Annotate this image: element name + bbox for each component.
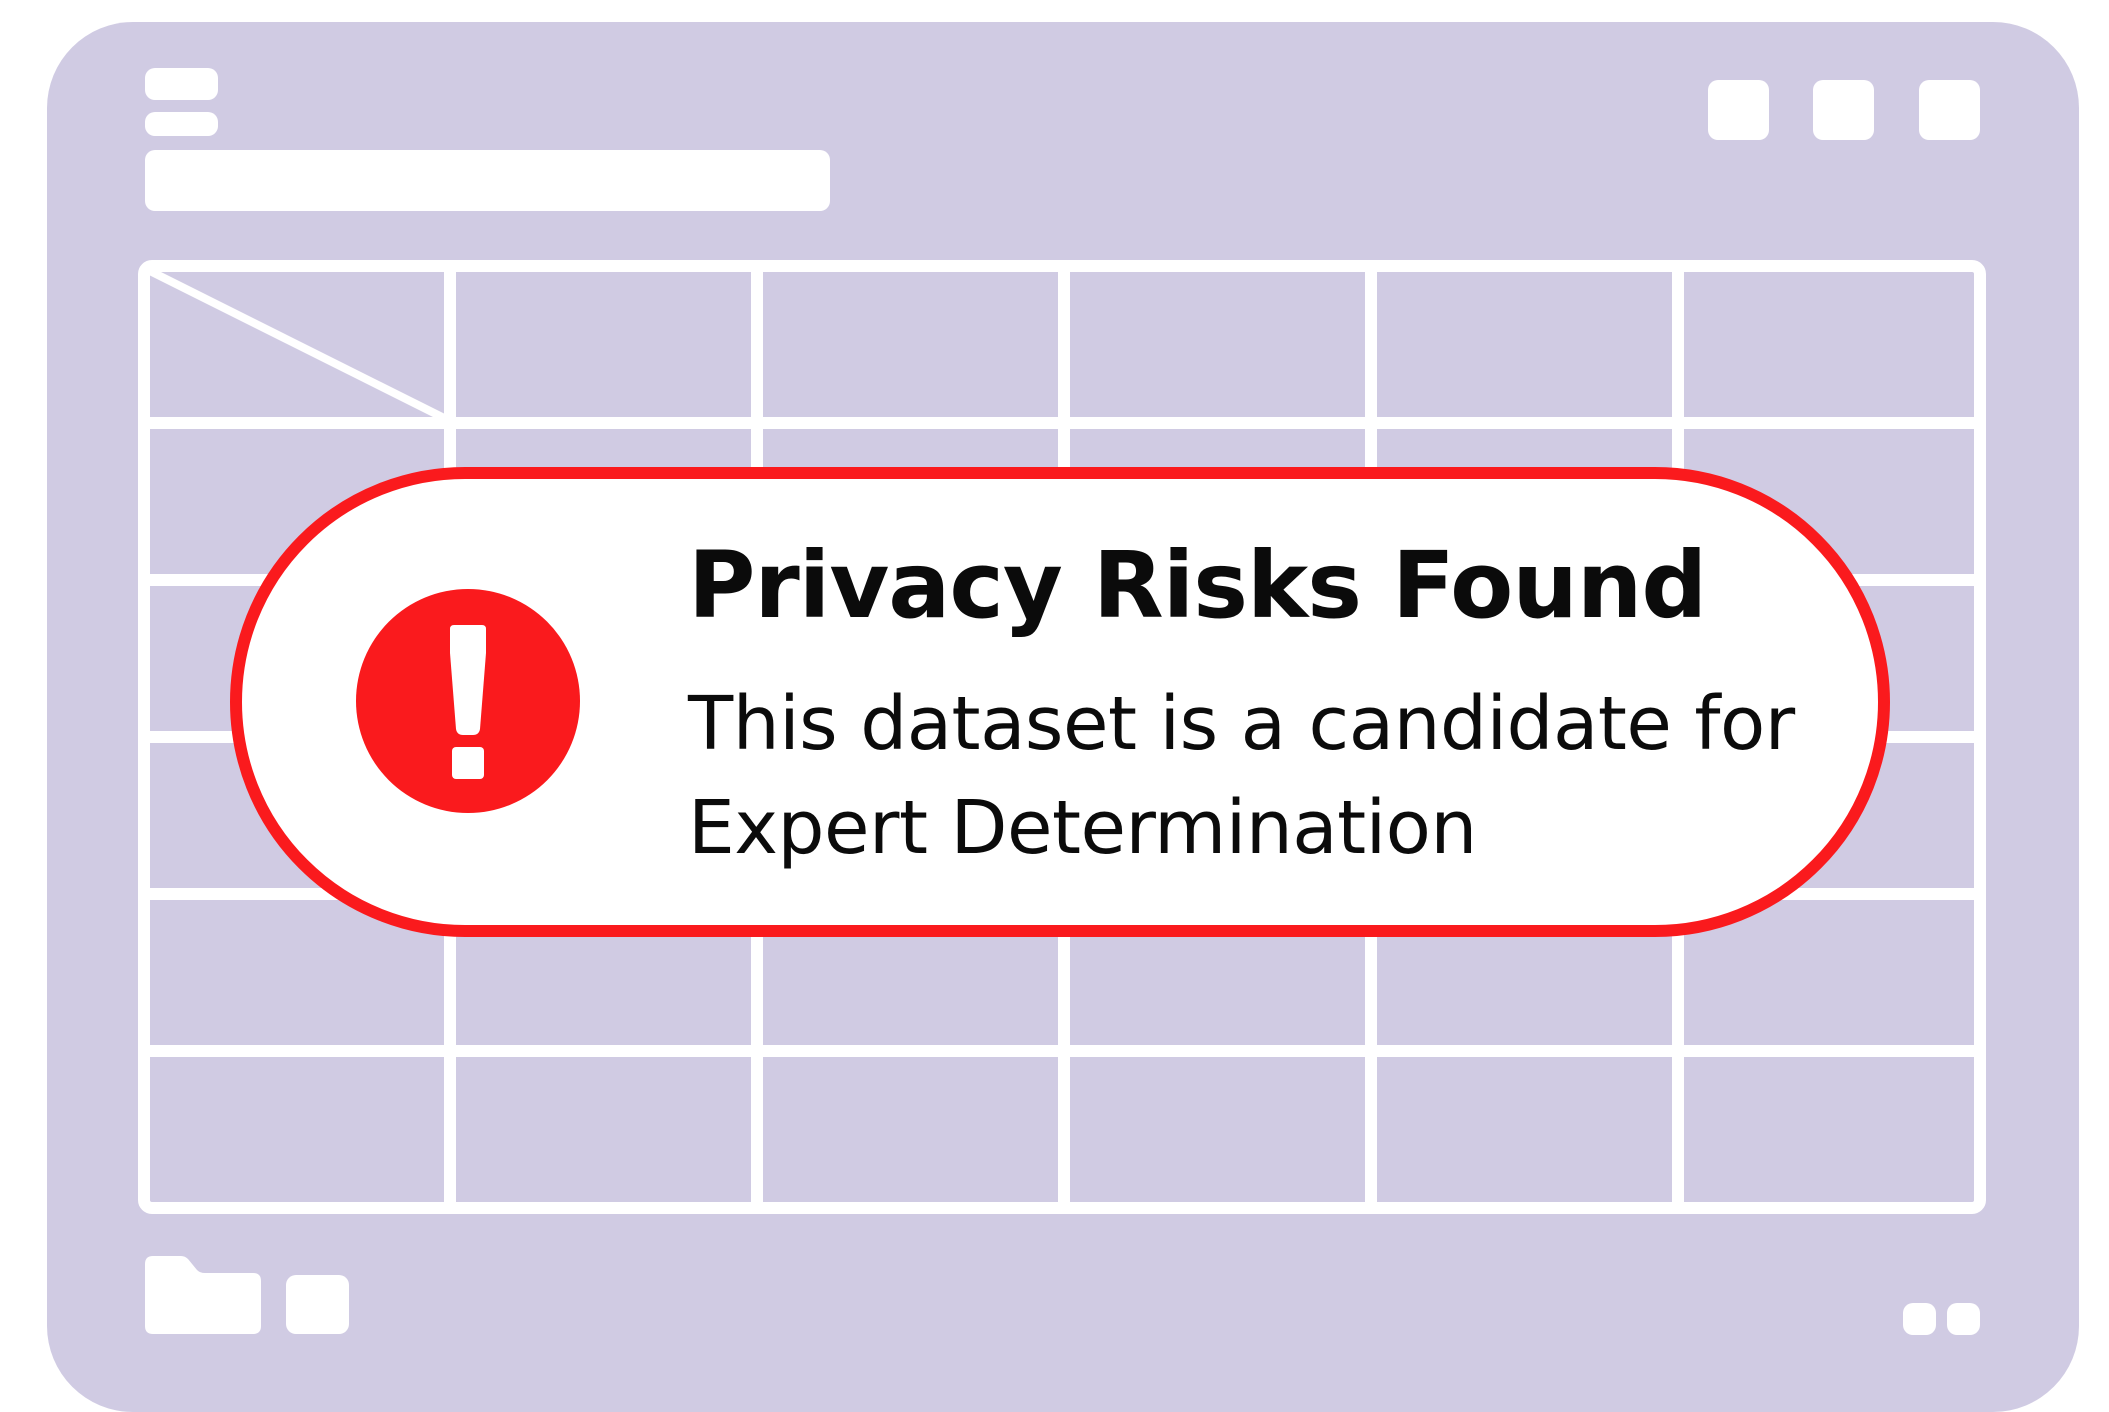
- menu-bar-bottom: [145, 112, 218, 136]
- file-button[interactable]: [286, 1275, 349, 1334]
- window-control-2[interactable]: [1813, 80, 1874, 140]
- exclamation-circle-icon: [356, 589, 580, 813]
- alert-icon: [356, 589, 580, 813]
- window-control-1[interactable]: [1708, 80, 1769, 140]
- search-bar[interactable]: [145, 150, 830, 211]
- header-diagonal: [146, 266, 450, 424]
- folder-shape: [145, 1256, 261, 1334]
- status-indicator-2: [1947, 1303, 1980, 1335]
- status-indicator-1: [1903, 1303, 1936, 1335]
- menu-bar-top: [145, 68, 218, 100]
- window-control-3[interactable]: [1919, 80, 1980, 140]
- alert-message: This dataset is a candidate for Expert D…: [688, 681, 1795, 871]
- alert-title: Privacy Risks Found: [688, 532, 1707, 639]
